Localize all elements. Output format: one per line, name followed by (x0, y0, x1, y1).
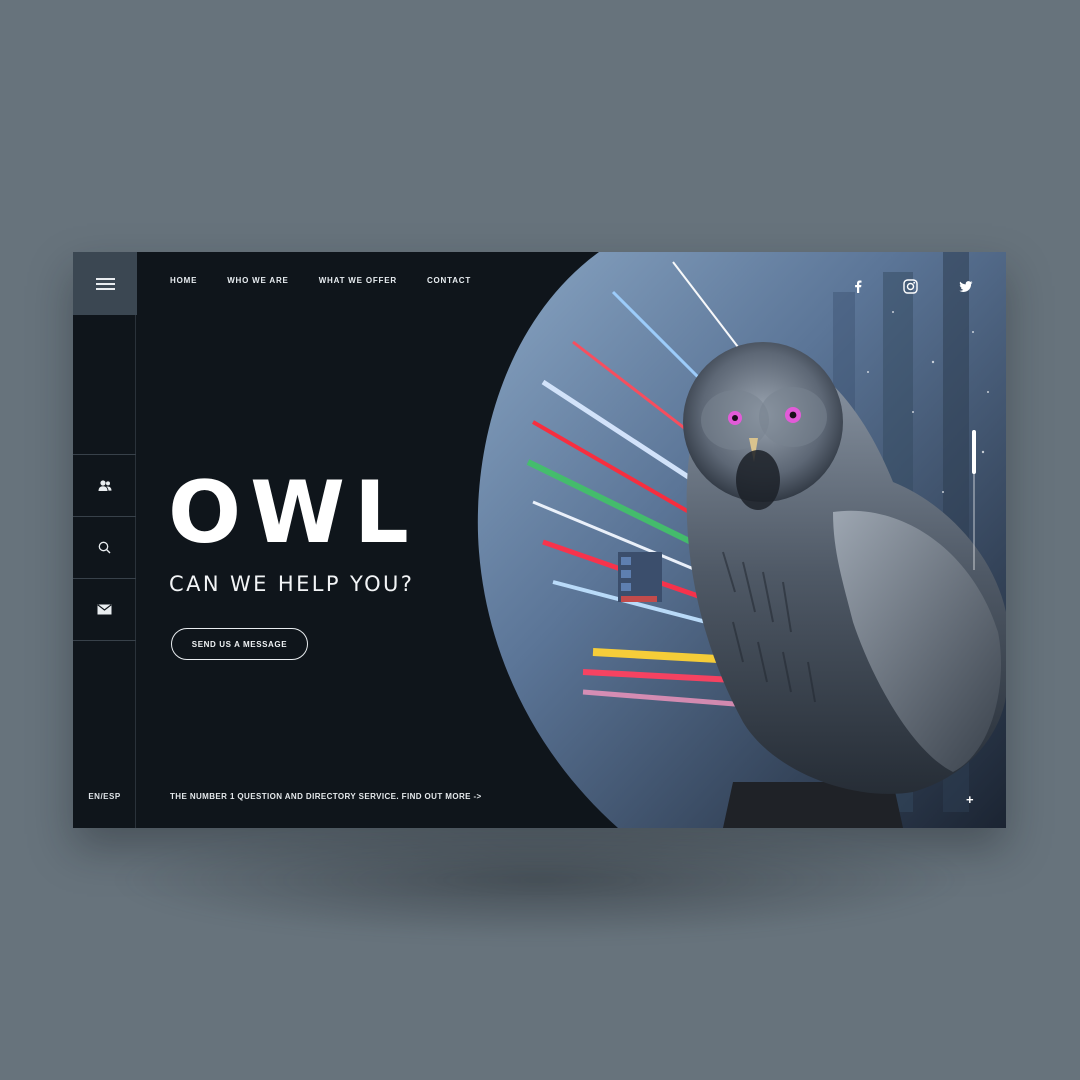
plus-button[interactable]: + (966, 793, 974, 806)
facebook-link[interactable] (850, 278, 866, 294)
language-switch[interactable]: EN/ESP (73, 792, 136, 801)
mail-icon (97, 604, 112, 615)
scroll-thumb[interactable] (972, 430, 976, 474)
top-nav: HOME WHO WE ARE WHAT WE OFFER CONTACT (170, 276, 501, 285)
twitter-link[interactable] (958, 278, 974, 294)
instagram-icon (902, 278, 918, 294)
hero-photo (473, 252, 1006, 828)
page: EN/ESP HOME WHO WE ARE WHAT WE OFFER CON… (0, 0, 1080, 1080)
nav-home[interactable]: HOME (170, 276, 197, 285)
hero-subtitle: CAN WE HELP YOU? (169, 572, 415, 596)
twitter-icon (959, 280, 973, 292)
send-message-button[interactable]: SEND US A MESSAGE (171, 628, 308, 660)
nav-what-we-offer[interactable]: WHAT WE OFFER (319, 276, 397, 285)
card-shadow (110, 820, 970, 940)
search-button[interactable] (73, 516, 136, 578)
sidebar: EN/ESP (73, 252, 137, 828)
mail-button[interactable] (73, 578, 136, 641)
owl-city-illustration (473, 252, 1006, 828)
users-icon (98, 479, 111, 491)
nav-contact[interactable]: CONTACT (427, 276, 471, 285)
hero-title: OWL (168, 463, 418, 563)
search-icon (98, 541, 111, 554)
menu-button[interactable] (73, 252, 137, 315)
instagram-link[interactable] (902, 278, 918, 294)
footer-tagline-link[interactable]: THE NUMBER 1 QUESTION AND DIRECTORY SERV… (170, 792, 482, 801)
nav-who-we-are[interactable]: WHO WE ARE (227, 276, 288, 285)
facebook-icon (855, 280, 862, 293)
landing-card: EN/ESP HOME WHO WE ARE WHAT WE OFFER CON… (73, 252, 1006, 828)
hamburger-icon (95, 275, 115, 293)
users-button[interactable] (73, 454, 136, 516)
